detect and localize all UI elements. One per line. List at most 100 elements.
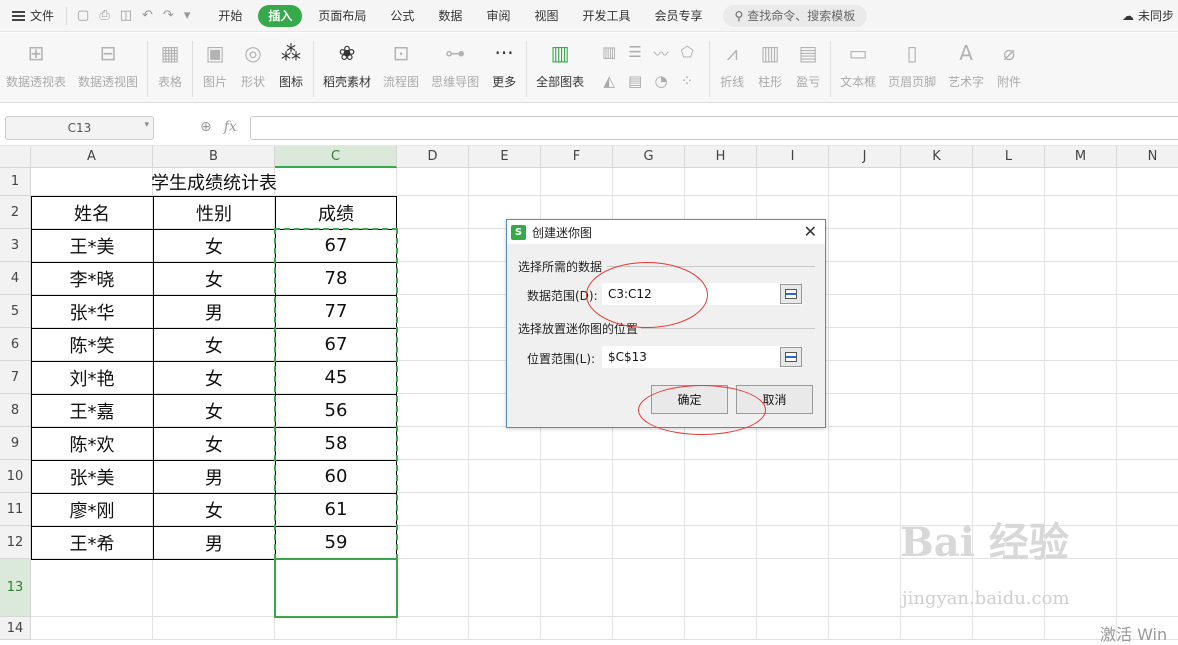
table-cell[interactable]: 男 bbox=[153, 460, 275, 493]
preview-icon[interactable]: ◫ bbox=[120, 8, 132, 23]
stock-chart-icon[interactable]: ▤ bbox=[622, 72, 648, 90]
scatter-chart-icon[interactable]: ⁘ bbox=[674, 72, 700, 90]
column-header-k[interactable]: K bbox=[901, 146, 973, 168]
area-chart-icon[interactable]: ◭ bbox=[596, 72, 622, 90]
attachment-button[interactable]: ⌀ 附件 bbox=[990, 41, 1028, 90]
sparkline-line-button[interactable]: ⩘ 折线 bbox=[713, 41, 751, 90]
header-cell[interactable]: 姓名 bbox=[31, 196, 153, 229]
column-header-m[interactable]: M bbox=[1045, 146, 1117, 168]
picture-button[interactable]: ▣ 图片 bbox=[196, 41, 234, 90]
table-cell[interactable]: 陈*笑 bbox=[31, 328, 153, 361]
radar-chart-icon[interactable]: ⬠ bbox=[674, 43, 700, 64]
data-range-picker-button[interactable] bbox=[780, 284, 802, 304]
tab-page-layout[interactable]: 页面布局 bbox=[306, 5, 378, 27]
mindmap-button[interactable]: ⊶ 思维导图 bbox=[425, 41, 485, 90]
table-cell[interactable]: 张*华 bbox=[31, 295, 153, 328]
all-charts-button[interactable]: ▥ 全部图表 bbox=[530, 41, 590, 90]
daoke-material-button[interactable]: ❀ 稻壳素材 bbox=[317, 41, 377, 90]
undo-icon[interactable]: ↶ bbox=[142, 8, 153, 23]
table-cell[interactable]: 张*美 bbox=[31, 460, 153, 493]
column-header-h[interactable]: H bbox=[685, 146, 757, 168]
table-cell[interactable]: 女 bbox=[153, 229, 275, 262]
column-header-e[interactable]: E bbox=[469, 146, 541, 168]
active-cell-c13[interactable] bbox=[274, 558, 398, 618]
tab-review[interactable]: 审阅 bbox=[474, 5, 522, 27]
tab-insert[interactable]: 插入 bbox=[258, 4, 303, 27]
table-cell[interactable]: 男 bbox=[153, 526, 275, 559]
line-chart-icon[interactable]: 〰 bbox=[648, 43, 674, 64]
column-header-n[interactable]: N bbox=[1117, 146, 1178, 168]
tab-formulas[interactable]: 公式 bbox=[378, 5, 426, 27]
table-cell[interactable]: 女 bbox=[153, 262, 275, 295]
formula-input[interactable] bbox=[250, 116, 1178, 140]
tab-developer[interactable]: 开发工具 bbox=[570, 5, 642, 27]
more-button[interactable]: ··· 更多 bbox=[485, 41, 523, 90]
row-header-13[interactable]: 13 bbox=[0, 559, 31, 617]
textbox-button[interactable]: ▭ 文本框 bbox=[834, 41, 882, 90]
row-header-7[interactable]: 7 bbox=[0, 361, 31, 394]
row-header-10[interactable]: 10 bbox=[0, 460, 31, 493]
table-cell[interactable]: 王*美 bbox=[31, 229, 153, 262]
sheet-title-cell[interactable]: 学生成绩统计表 bbox=[31, 168, 397, 196]
row-header-8[interactable]: 8 bbox=[0, 394, 31, 427]
chevron-down-icon[interactable]: ▾ bbox=[184, 8, 191, 23]
file-menu[interactable]: 文件 bbox=[0, 0, 62, 32]
flowchart-button[interactable]: ⊡ 流程图 bbox=[377, 41, 425, 90]
pivot-table-button[interactable]: ⊞ 数据透视表 bbox=[0, 41, 72, 90]
search-command-box[interactable]: ⚲ 查找命令、搜索模板 bbox=[722, 4, 868, 27]
table-cell[interactable]: 男 bbox=[153, 295, 275, 328]
icon-button[interactable]: ⁂ 图标 bbox=[272, 41, 310, 90]
row-header-2[interactable]: 2 bbox=[0, 196, 31, 229]
table-cell[interactable]: 女 bbox=[153, 328, 275, 361]
row-header-6[interactable]: 6 bbox=[0, 328, 31, 361]
sync-status[interactable]: ☁ 未同步 bbox=[1122, 0, 1178, 32]
column-header-d[interactable]: D bbox=[397, 146, 469, 168]
column-header-i[interactable]: I bbox=[757, 146, 829, 168]
select-all-corner[interactable] bbox=[0, 146, 31, 168]
print-icon[interactable]: ⎙ bbox=[99, 8, 109, 23]
sparkline-column-button[interactable]: ▥ 柱形 bbox=[751, 41, 789, 90]
row-header-3[interactable]: 3 bbox=[0, 229, 31, 262]
pie-chart-icon[interactable]: ◔ bbox=[648, 72, 674, 90]
table-cell[interactable]: 女 bbox=[153, 361, 275, 394]
chevron-down-icon[interactable]: ▾ bbox=[144, 120, 149, 130]
header-cell[interactable]: 成绩 bbox=[275, 196, 397, 229]
row-header-11[interactable]: 11 bbox=[0, 493, 31, 526]
table-cell[interactable]: 女 bbox=[153, 394, 275, 427]
column-header-b[interactable]: B bbox=[153, 146, 275, 168]
row-header-1[interactable]: 1 bbox=[0, 168, 31, 196]
table-cell[interactable]: 王*希 bbox=[31, 526, 153, 559]
table-cell[interactable]: 李*晓 bbox=[31, 262, 153, 295]
row-header-5[interactable]: 5 bbox=[0, 295, 31, 328]
column-header-c[interactable]: C bbox=[275, 146, 397, 168]
name-box[interactable]: C13 ▾ bbox=[5, 116, 154, 140]
row-header-14[interactable]: 14 bbox=[0, 617, 31, 640]
row-header-12[interactable]: 12 bbox=[0, 526, 31, 559]
tab-home[interactable]: 开始 bbox=[206, 5, 254, 27]
table-cell[interactable]: 女 bbox=[153, 493, 275, 526]
column-header-l[interactable]: L bbox=[973, 146, 1045, 168]
pivot-chart-button[interactable]: ⊟ 数据透视图 bbox=[72, 41, 144, 90]
column-header-f[interactable]: F bbox=[541, 146, 613, 168]
zoom-icon[interactable]: ⊕ bbox=[200, 119, 212, 135]
column-header-g[interactable]: G bbox=[613, 146, 685, 168]
location-range-picker-button[interactable] bbox=[780, 347, 802, 367]
table-cell[interactable]: 陈*欢 bbox=[31, 427, 153, 460]
wordart-button[interactable]: A 艺术字 bbox=[942, 41, 990, 90]
tab-data[interactable]: 数据 bbox=[426, 5, 474, 27]
sparkline-winloss-button[interactable]: ▤ 盈亏 bbox=[789, 41, 827, 90]
column-header-j[interactable]: J bbox=[829, 146, 901, 168]
column-chart-icon[interactable]: ▥ bbox=[596, 43, 622, 64]
table-cell[interactable]: 女 bbox=[153, 427, 275, 460]
table-cell[interactable]: 刘*艳 bbox=[31, 361, 153, 394]
table-cell[interactable]: 王*嘉 bbox=[31, 394, 153, 427]
column-header-a[interactable]: A bbox=[31, 146, 153, 168]
save-icon[interactable]: ▢ bbox=[77, 8, 89, 23]
header-footer-button[interactable]: ▯ 页眉页脚 bbox=[882, 41, 942, 90]
table-button[interactable]: ▦ 表格 bbox=[151, 41, 189, 90]
tab-view[interactable]: 视图 bbox=[522, 5, 570, 27]
location-range-input[interactable]: $C$13 bbox=[602, 346, 801, 368]
row-header-4[interactable]: 4 bbox=[0, 262, 31, 295]
table-cell[interactable]: 廖*刚 bbox=[31, 493, 153, 526]
header-cell[interactable]: 性别 bbox=[153, 196, 275, 229]
